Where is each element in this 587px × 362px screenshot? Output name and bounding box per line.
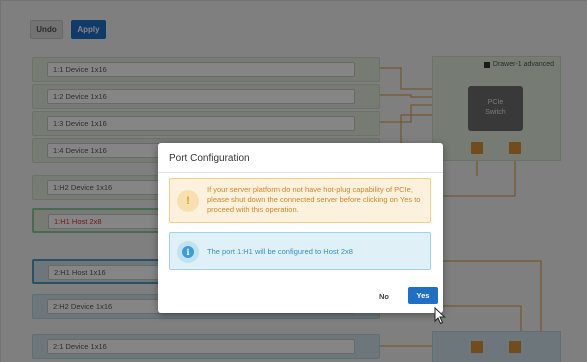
mouse-cursor-icon — [434, 307, 446, 325]
warning-icon: ! — [177, 190, 199, 212]
dialog-title: Port Configuration — [169, 153, 250, 164]
warning-text: If your server platform do not have hot-… — [207, 185, 421, 214]
port-configuration-dialog: Port Configuration ! If your server plat… — [158, 143, 443, 313]
info-text: The port 1:H1 will be configured to Host… — [207, 247, 353, 256]
no-button[interactable]: No — [379, 292, 389, 301]
yes-button[interactable]: Yes — [408, 287, 438, 304]
dialog-divider — [158, 172, 443, 173]
info-alert: i The port 1:H1 will be configured to Ho… — [169, 232, 431, 270]
warning-alert: ! If your server platform do not have ho… — [169, 178, 431, 223]
info-icon-glyph: i — [182, 246, 194, 258]
info-icon: i — [177, 241, 199, 263]
